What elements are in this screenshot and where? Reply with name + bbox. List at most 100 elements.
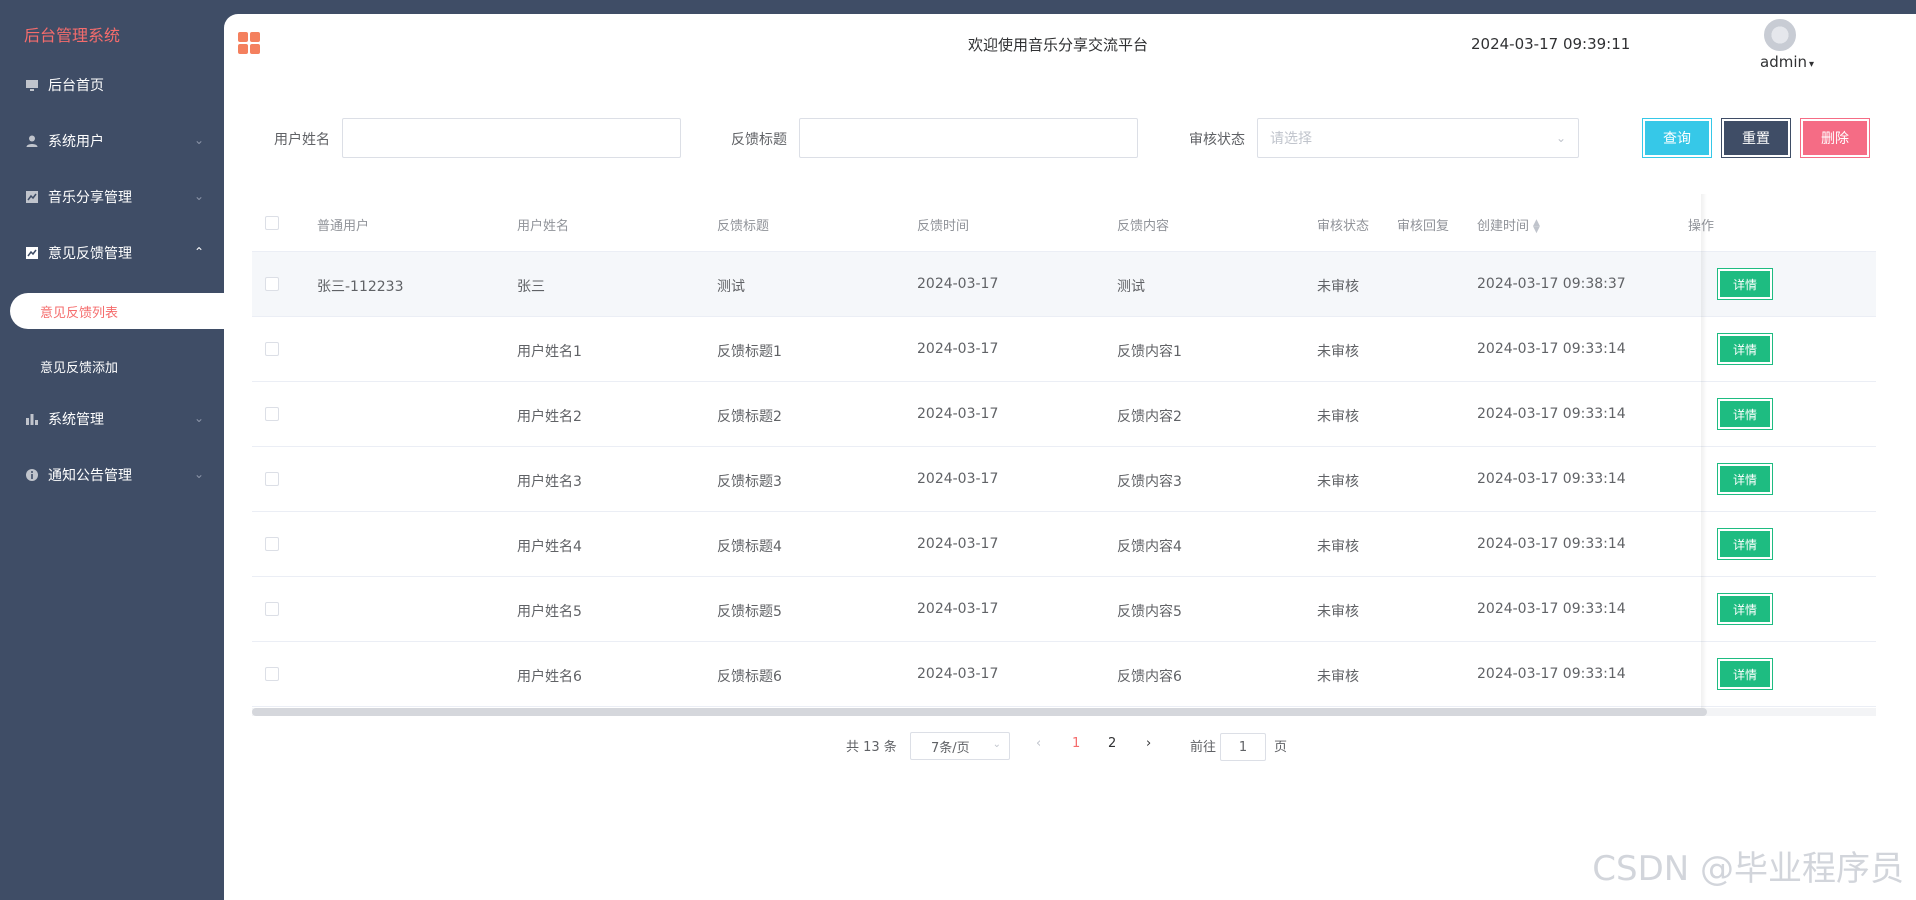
sidebar-item-label: 后台首页 xyxy=(48,78,104,94)
cell-status: 未审核 xyxy=(1317,344,1359,360)
cell-content: 反馈内容3 xyxy=(1117,474,1182,490)
cell-created: 2024-03-17 09:33:14 xyxy=(1477,666,1626,682)
cell-title: 反馈标题3 xyxy=(717,474,782,490)
cell-time: 2024-03-17 xyxy=(917,601,999,617)
cell-name: 用户姓名5 xyxy=(517,604,582,620)
col-created-label: 创建时间 xyxy=(1477,219,1530,234)
cell-status: 未审核 xyxy=(1317,409,1359,425)
page-size-select[interactable]: 7条/页 ⌄ xyxy=(910,732,1010,760)
sort-icon[interactable]: ▲ ▼ xyxy=(1533,218,1540,234)
apps-grid-icon[interactable] xyxy=(238,32,260,54)
sidebar-item-feedback[interactable]: 意见反馈管理 ⌃ xyxy=(0,233,224,273)
cell-time: 2024-03-17 xyxy=(917,471,999,487)
cell-title: 反馈标题2 xyxy=(717,409,782,425)
detail-button[interactable]: 详情 xyxy=(1718,659,1772,689)
scrollbar-thumb[interactable] xyxy=(252,708,1707,716)
table-row[interactable]: 用户姓名1 反馈标题1 2024-03-17 反馈内容1 未审核 2024-03-17 0… xyxy=(252,317,1876,382)
detail-button[interactable]: 详情 xyxy=(1718,334,1772,364)
row-checkbox[interactable] xyxy=(265,342,279,356)
status-placeholder: 请选择 xyxy=(1270,131,1312,147)
bar-chart-icon xyxy=(24,411,40,427)
cell-name: 用户姓名3 xyxy=(517,474,582,490)
delete-button[interactable]: 删除 xyxy=(1801,119,1869,157)
cell-time: 2024-03-17 xyxy=(917,536,999,552)
cell-created: 2024-03-17 09:38:37 xyxy=(1477,276,1626,292)
table-row[interactable]: 用户姓名5 反馈标题5 2024-03-17 反馈内容5 未审核 2024-03-17 0… xyxy=(252,577,1876,642)
cell-created: 2024-03-17 09:33:14 xyxy=(1477,471,1626,487)
prev-page-icon[interactable]: ‹ xyxy=(1036,736,1041,751)
monitor-icon xyxy=(24,77,40,93)
cell-name: 用户姓名4 xyxy=(517,539,582,555)
sidebar-item-system-users[interactable]: 系统用户 ⌄ xyxy=(0,121,224,161)
page-size-value: 7条/页 xyxy=(931,740,970,756)
cell-title: 反馈标题1 xyxy=(717,344,782,360)
cell-status: 未审核 xyxy=(1317,279,1359,295)
watermark: CSDN @毕业程序员 xyxy=(1592,849,1904,889)
detail-button[interactable]: 详情 xyxy=(1718,464,1772,494)
col-created[interactable]: 创建时间 ▲ ▼ xyxy=(1477,215,1540,234)
table-row[interactable]: 用户姓名4 反馈标题4 2024-03-17 反馈内容4 未审核 2024-03-17 0… xyxy=(252,512,1876,577)
avatar[interactable] xyxy=(1764,19,1796,51)
cell-content: 反馈内容4 xyxy=(1117,539,1182,555)
table-row[interactable]: 张三-112233 张三 测试 2024-03-17 测试 未审核 2024-03-17 0… xyxy=(252,252,1876,317)
table-row[interactable]: 用户姓名3 反馈标题3 2024-03-17 反馈内容3 未审核 2024-03-17 0… xyxy=(252,447,1876,512)
row-checkbox[interactable] xyxy=(265,407,279,421)
detail-button[interactable]: 详情 xyxy=(1718,594,1772,624)
sidebar-item-label: 音乐分享管理 xyxy=(48,190,132,206)
table-row[interactable]: 用户姓名6 反馈标题6 2024-03-17 反馈内容6 未审核 2024-03-17 0… xyxy=(252,642,1876,707)
detail-button[interactable]: 详情 xyxy=(1718,269,1772,299)
name-label: 用户姓名 xyxy=(274,132,330,148)
row-checkbox[interactable] xyxy=(265,537,279,551)
chart-icon xyxy=(24,189,40,205)
sidebar-item-label: 系统用户 xyxy=(48,134,104,150)
title-input[interactable] xyxy=(799,118,1138,158)
chevron-down-icon: ⌄ xyxy=(1555,131,1566,145)
cell-name: 用户姓名2 xyxy=(517,409,582,425)
user-menu[interactable]: admin ▾ xyxy=(1760,53,1814,71)
sidebar-item-notices[interactable]: 通知公告管理 ⌄ xyxy=(0,455,224,495)
chevron-down-icon: ⌄ xyxy=(193,467,204,481)
row-checkbox[interactable] xyxy=(265,277,279,291)
sidebar-item-home[interactable]: 后台首页 xyxy=(0,65,224,105)
cell-title: 反馈标题6 xyxy=(717,669,782,685)
user-icon xyxy=(24,133,40,149)
row-checkbox[interactable] xyxy=(265,472,279,486)
sidebar-item-label: 系统管理 xyxy=(48,412,104,428)
status-label: 审核状态 xyxy=(1189,132,1245,148)
cell-title: 反馈标题5 xyxy=(717,604,782,620)
main-panel: 欢迎使用音乐分享交流平台 2024-03-17 09:39:11 admin ▾ … xyxy=(224,14,1916,900)
chevron-down-icon: ⌄ xyxy=(992,739,1001,750)
table-row[interactable]: 用户姓名2 反馈标题2 2024-03-17 反馈内容2 未审核 2024-03-17 0… xyxy=(252,382,1876,447)
col-time: 反馈时间 xyxy=(917,219,970,234)
col-title: 反馈标题 xyxy=(717,219,770,234)
sidebar-item-music-share[interactable]: 音乐分享管理 ⌄ xyxy=(0,177,224,217)
page-2[interactable]: 2 xyxy=(1108,736,1116,751)
sidebar-item-system-management[interactable]: 系统管理 ⌄ xyxy=(0,399,224,439)
row-checkbox[interactable] xyxy=(265,667,279,681)
cell-time: 2024-03-17 xyxy=(917,276,999,292)
next-page-icon[interactable]: › xyxy=(1146,736,1151,751)
chevron-down-icon: ⌄ xyxy=(193,133,204,147)
cell-status: 未审核 xyxy=(1317,604,1359,620)
cell-name: 用户姓名1 xyxy=(517,344,582,360)
detail-button[interactable]: 详情 xyxy=(1718,529,1772,559)
select-all-checkbox[interactable] xyxy=(265,216,279,230)
goto-page-input[interactable] xyxy=(1220,733,1266,761)
reset-button[interactable]: 重置 xyxy=(1722,119,1790,157)
page-1[interactable]: 1 xyxy=(1072,736,1080,751)
row-checkbox[interactable] xyxy=(265,602,279,616)
detail-button[interactable]: 详情 xyxy=(1718,399,1772,429)
goto-prefix: 前往 xyxy=(1190,740,1217,755)
sidebar-item-feedback-list[interactable]: 意见反馈列表 xyxy=(10,293,224,329)
cell-title: 反馈标题4 xyxy=(717,539,782,555)
cell-content: 反馈内容1 xyxy=(1117,344,1182,360)
status-select[interactable]: 请选择 ⌄ xyxy=(1257,118,1579,158)
sidebar-item-label: 意见反馈列表 xyxy=(40,305,119,321)
sidebar-item-feedback-add[interactable]: 意见反馈添加 xyxy=(0,348,224,384)
col-status: 审核状态 xyxy=(1317,219,1370,234)
caret-down-icon: ▾ xyxy=(1809,59,1815,70)
query-button[interactable]: 查询 xyxy=(1643,119,1711,157)
name-input[interactable] xyxy=(342,118,681,158)
sidebar-item-label: 通知公告管理 xyxy=(48,468,132,484)
cell-created: 2024-03-17 09:33:14 xyxy=(1477,601,1626,617)
